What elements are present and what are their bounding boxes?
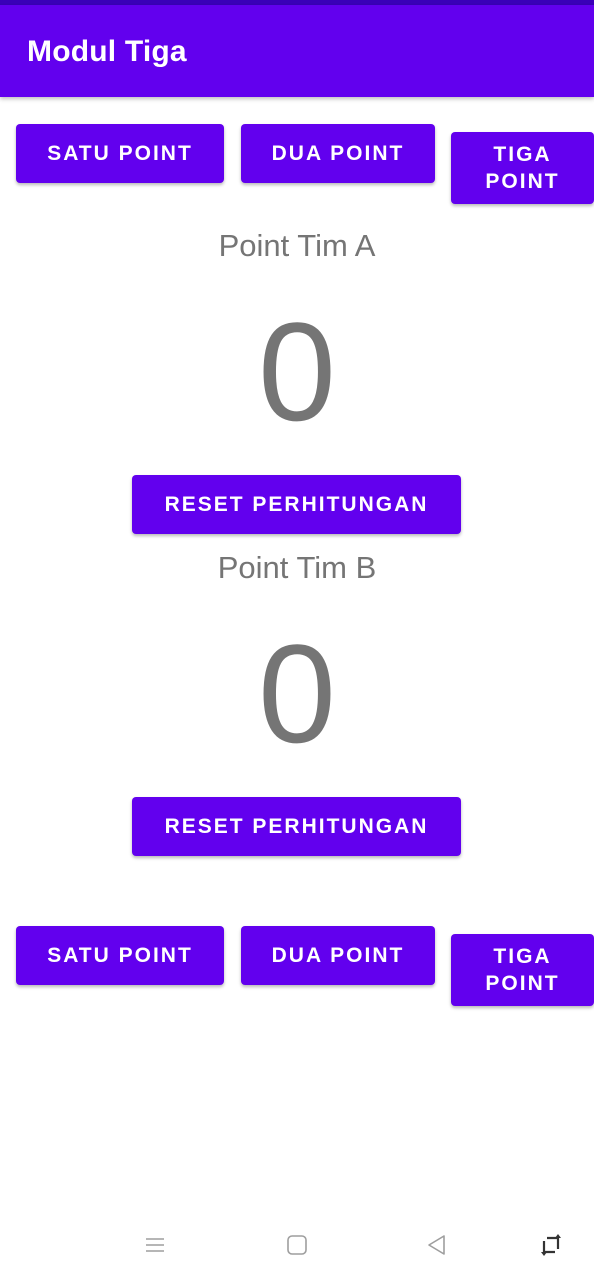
app-bar: Modul Tiga xyxy=(0,5,594,97)
team-a-dua-point-button[interactable]: DUA POINT xyxy=(241,124,435,183)
team-b-satu-point-button[interactable]: SATU POINT xyxy=(16,926,224,985)
home-icon[interactable] xyxy=(282,1230,312,1260)
team-a-label: Point Tim A xyxy=(218,228,376,263)
team-b-reset-button[interactable]: RESET PERHITUNGAN xyxy=(132,797,461,856)
team-b-score: 0 xyxy=(258,615,336,772)
team-b-dua-point-button[interactable]: DUA POINT xyxy=(241,926,435,985)
system-nav-bar xyxy=(0,1210,594,1280)
back-icon[interactable] xyxy=(422,1230,452,1260)
app-title: Modul Tiga xyxy=(27,35,187,68)
team-a-reset-button[interactable]: RESET PERHITUNGAN xyxy=(132,475,461,534)
menu-icon[interactable] xyxy=(140,1230,170,1260)
team-b-label: Point Tim B xyxy=(217,550,377,585)
team-a-tiga-point-button[interactable]: TIGA POINT xyxy=(451,132,594,204)
team-a-satu-point-button[interactable]: SATU POINT xyxy=(16,124,224,183)
rotate-icon[interactable] xyxy=(536,1230,566,1260)
team-a-score: 0 xyxy=(258,293,336,450)
app-screen: Modul Tiga SATU POINT DUA POINT TIGA POI… xyxy=(0,0,594,1280)
team-b-tiga-point-button[interactable]: TIGA POINT xyxy=(451,934,594,1006)
